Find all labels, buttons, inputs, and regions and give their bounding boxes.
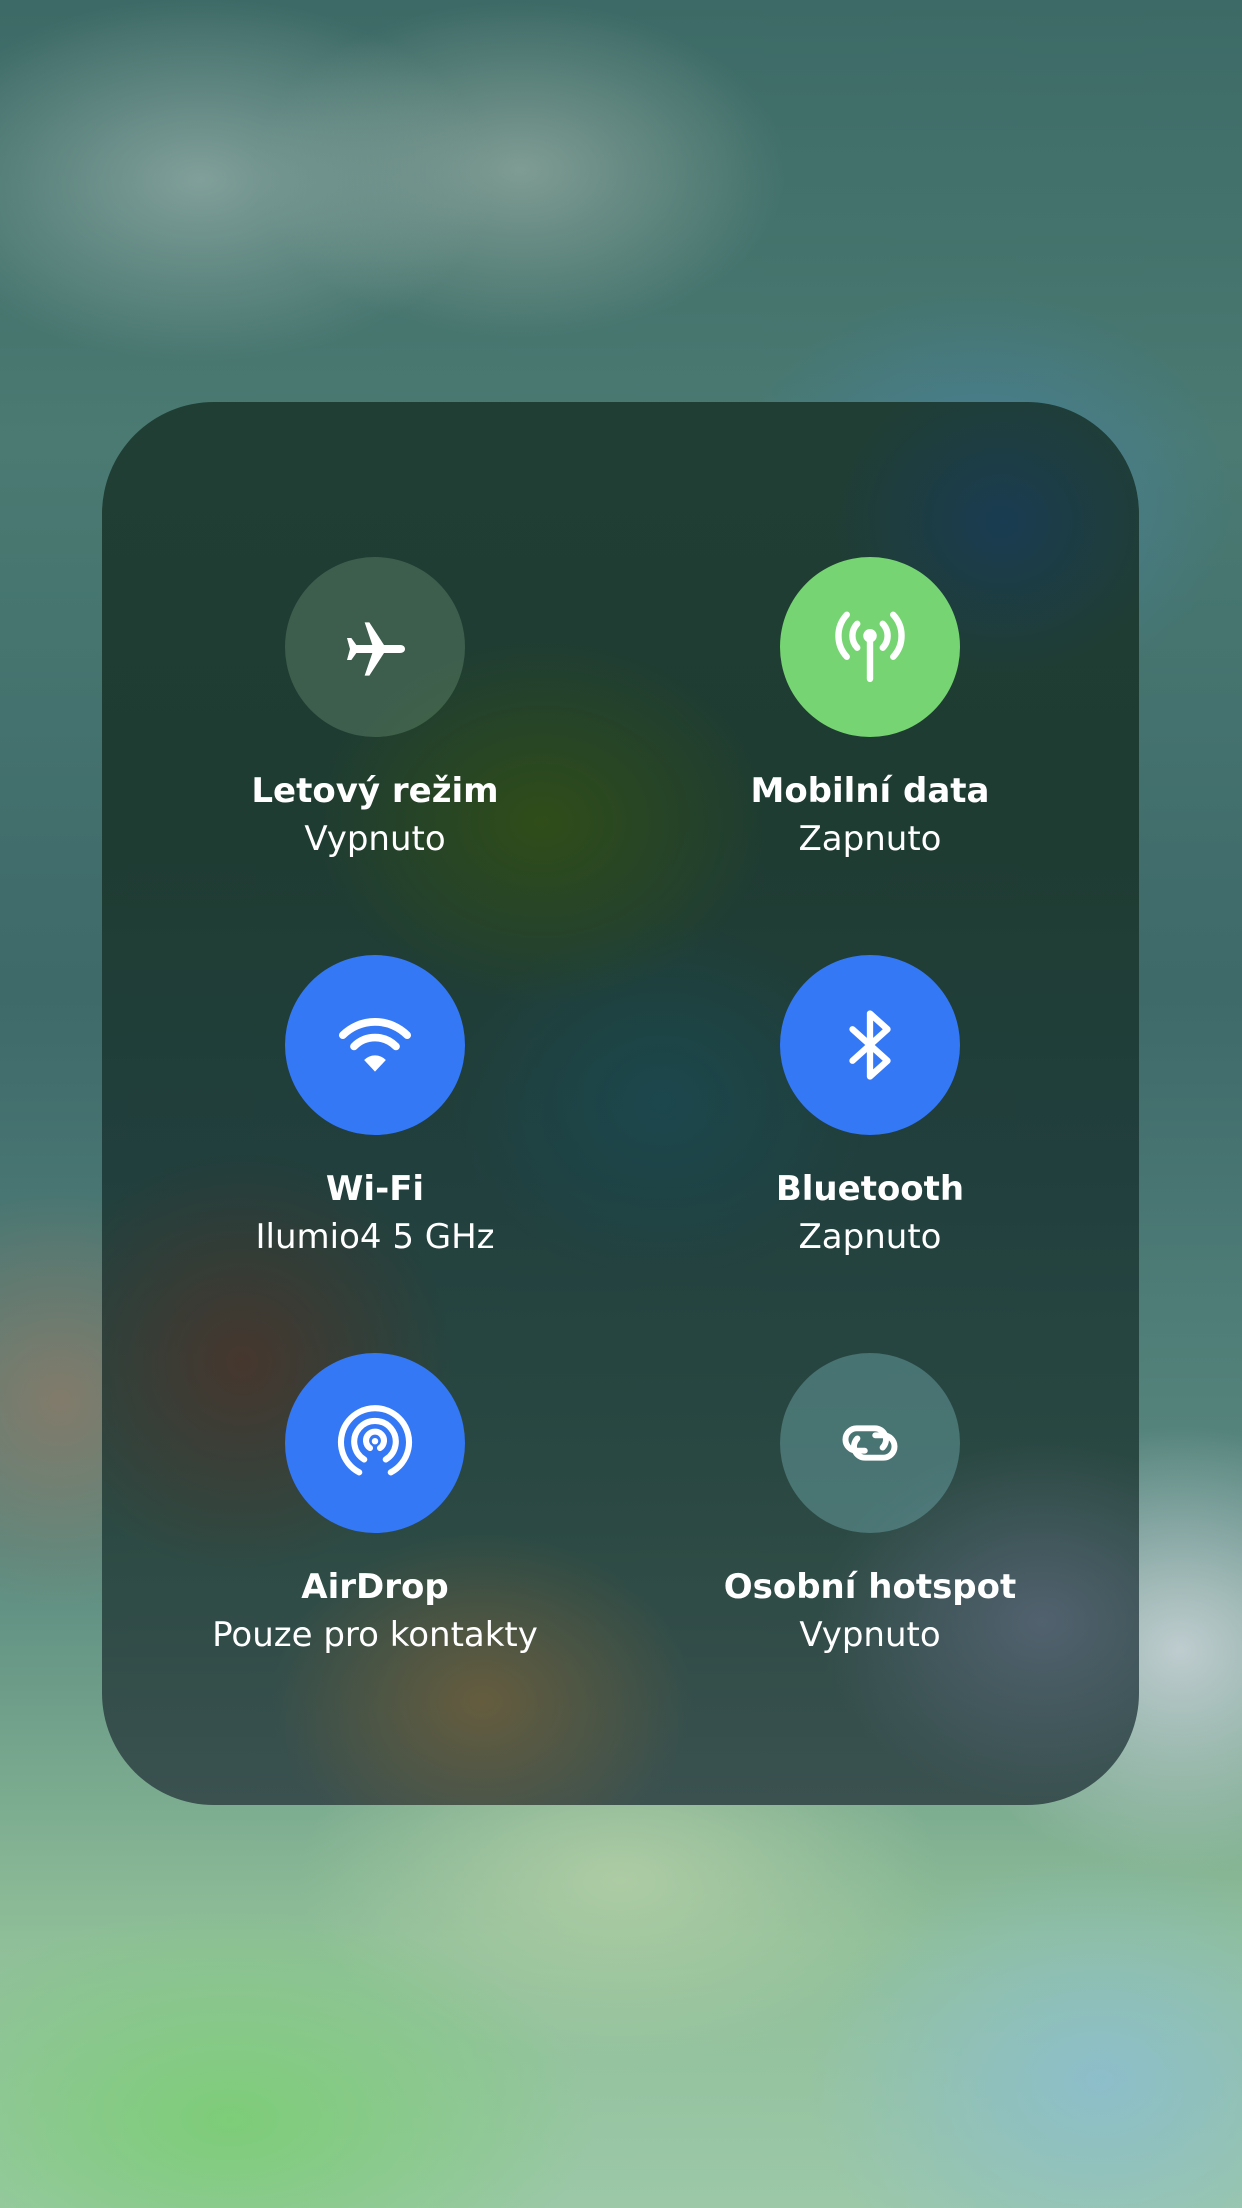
airplane-mode-tile: Letový režim Vypnuto [125,557,625,863]
wifi-tile: Wi-Fi Ilumio4 5 GHz [125,955,625,1261]
bluetooth-toggle[interactable] [780,955,960,1135]
bluetooth-status: Zapnuto [798,1217,942,1257]
cellular-data-label: Mobilní data [750,771,990,811]
bluetooth-label: Bluetooth [775,1169,965,1209]
wifi-toggle[interactable] [285,955,465,1135]
personal-hotspot-label: Osobní hotspot [723,1567,1017,1607]
cellular-data-tile: Mobilní data Zapnuto [620,557,1120,863]
bluetooth-tile: Bluetooth Zapnuto [620,955,1120,1261]
antenna-icon [825,602,915,692]
airplane-icon [335,607,415,687]
airplane-mode-label: Letový režim [251,771,499,811]
wifi-network-name: Ilumio4 5 GHz [255,1217,495,1257]
hotspot-link-icon [828,1401,912,1485]
personal-hotspot-status: Vypnuto [799,1615,941,1655]
bluetooth-icon [828,1003,912,1087]
personal-hotspot-toggle[interactable] [780,1353,960,1533]
wifi-label: Wi-Fi [325,1169,425,1209]
airplane-mode-status: Vypnuto [304,819,446,859]
personal-hotspot-tile: Osobní hotspot Vypnuto [620,1353,1120,1659]
airdrop-status: Pouze pro kontakty [212,1615,538,1655]
airdrop-label: AirDrop [301,1567,449,1607]
cellular-data-toggle[interactable] [780,557,960,737]
airdrop-toggle[interactable] [285,1353,465,1533]
connectivity-platter: Letový režim Vypnuto Mobilní data Zapnut… [102,402,1139,1805]
airdrop-tile: AirDrop Pouze pro kontakty [125,1353,625,1659]
airplane-mode-toggle[interactable] [285,557,465,737]
cellular-data-status: Zapnuto [798,819,942,859]
airdrop-icon [332,1400,418,1486]
wifi-icon [333,1003,417,1087]
